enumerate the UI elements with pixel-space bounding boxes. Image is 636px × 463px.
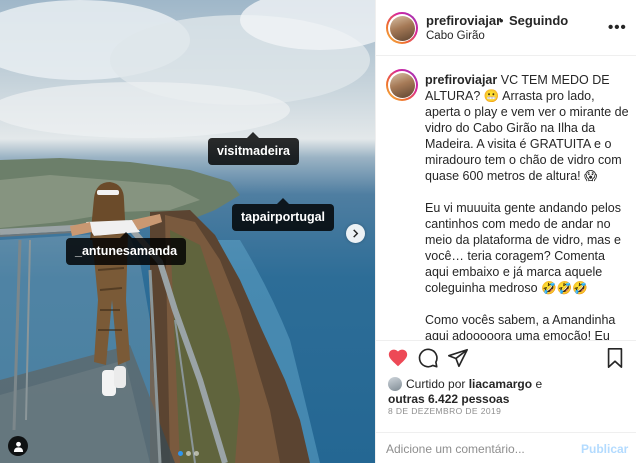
comment-input[interactable]: [386, 439, 566, 459]
post-actions: Curtido por liacamargo e outras 6.422 pe…: [376, 340, 636, 463]
post-header: prefiroviajar • Seguindo Cabo Girão •••: [376, 0, 636, 56]
share-button[interactable]: [447, 347, 469, 372]
post-side-panel: prefiroviajar • Seguindo Cabo Girão ••• …: [375, 0, 636, 463]
save-button[interactable]: [605, 347, 625, 372]
photo-tag-visitmadeira[interactable]: visitmadeira: [208, 132, 299, 165]
carousel-dot-active: [178, 451, 183, 456]
share-icon: [448, 348, 468, 368]
caption-area: prefiroviajar VC TEM MEDO DE ALTURA? 😬 A…: [376, 57, 636, 340]
post-date: 8 DE DEZEMBRO DE 2019: [388, 406, 502, 416]
caption-username[interactable]: prefiroviajar: [425, 73, 497, 87]
likes-summary: Curtido por liacamargo e outras 6.422 pe…: [388, 377, 628, 407]
caption-text: prefiroviajar VC TEM MEDO DE ALTURA? 😬 A…: [425, 72, 631, 340]
photo-tag-tapairportugal[interactable]: tapairportugal: [232, 198, 335, 231]
heart-icon: [388, 349, 408, 367]
cliff-scene-illustration: [0, 0, 375, 463]
comment-button[interactable]: [417, 347, 439, 372]
bookmark-icon: [607, 348, 623, 368]
carousel-indicator: [178, 451, 199, 456]
header-username[interactable]: prefiroviajar: [426, 13, 501, 28]
person-icon: [13, 441, 23, 452]
follow-status-button[interactable]: Seguindo: [509, 13, 568, 28]
carousel-dot: [186, 451, 191, 456]
likes-joiner: e: [535, 377, 543, 391]
chevron-right-icon: [353, 229, 359, 238]
likes-count-link[interactable]: outras 6.422 pessoas: [388, 392, 509, 406]
liker-username[interactable]: liacamargo: [469, 377, 532, 391]
photo-tag-label: tapairportugal: [241, 210, 326, 224]
avatar-image: [389, 72, 415, 98]
liker-avatar[interactable]: [388, 377, 402, 391]
likes-prefix: Curtido por: [406, 377, 466, 391]
carousel-dot: [194, 451, 199, 456]
photo-tag-label: _antunesamanda: [75, 244, 178, 258]
location-link[interactable]: Cabo Girão: [426, 30, 485, 42]
publish-button[interactable]: Publicar: [581, 442, 628, 456]
caption-paragraph-3: Como vocês sabem, a Amandinha aqui adooo…: [425, 313, 616, 340]
caption-paragraph-2: Eu vi muuuita gente andando pelos cantin…: [425, 201, 621, 295]
caption-avatar[interactable]: [386, 69, 418, 101]
user-tag-icon[interactable]: [8, 436, 28, 456]
avatar-image: [389, 15, 415, 41]
comment-form: Publicar: [376, 432, 636, 463]
more-icon[interactable]: •••: [608, 19, 627, 36]
avatar[interactable]: [386, 12, 418, 44]
comment-icon: [418, 348, 438, 368]
photo-tag-antunesamanda[interactable]: _antunesamanda: [66, 232, 187, 265]
like-button[interactable]: [387, 347, 409, 372]
header-separator: •: [499, 13, 504, 28]
post-photo[interactable]: visitmadeira tapairportugal _antunesaman…: [0, 0, 375, 463]
caption-paragraph-1: VC TEM MEDO DE ALTURA? 😬 Arrasta pro lad…: [425, 73, 629, 183]
photo-tag-label: visitmadeira: [217, 144, 290, 158]
carousel-next-button[interactable]: [346, 224, 365, 243]
